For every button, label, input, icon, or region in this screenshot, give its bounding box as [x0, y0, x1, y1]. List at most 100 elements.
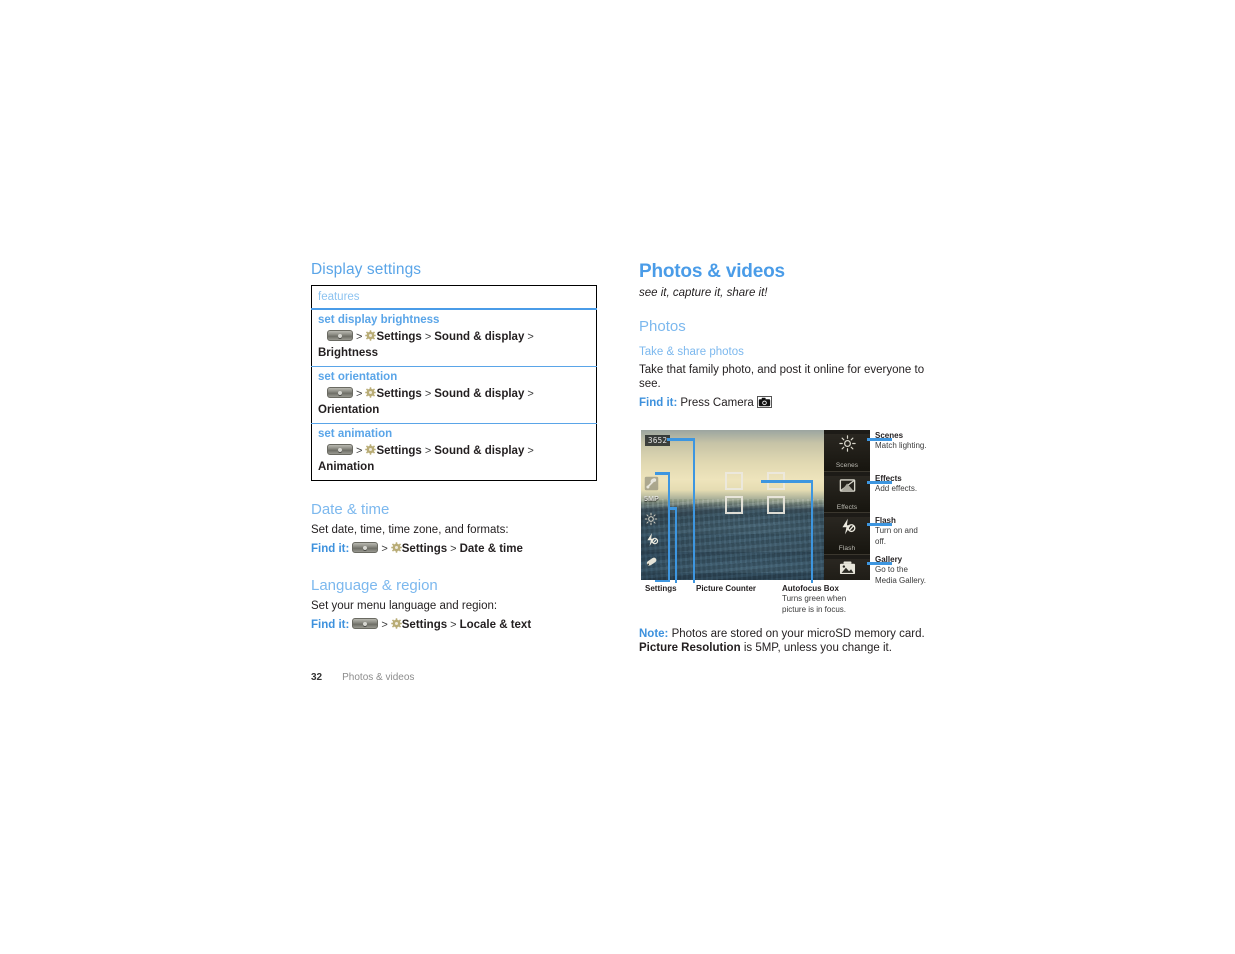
camera-flash-button[interactable]: Flash	[824, 517, 870, 555]
home-button-icon[interactable]	[327, 330, 353, 341]
row-path: > Settings > Sound & display > Orientation	[318, 386, 591, 418]
camera-button-label: Scenes	[835, 462, 859, 469]
path-step-final[interactable]: Brightness	[318, 347, 378, 359]
path-separator: >	[527, 331, 534, 343]
take-share-heading: Take & share photos	[639, 346, 744, 358]
path-step-final[interactable]: Animation	[318, 461, 374, 473]
tag-icon[interactable]	[644, 554, 659, 569]
flash-icon	[824, 517, 870, 537]
photos-findit: Find it: Press Camera	[639, 395, 929, 411]
picture-counter: 3652	[645, 435, 671, 446]
path-separator: >	[424, 331, 432, 343]
callout-title-effects: Effects	[875, 474, 902, 483]
callout-desc-autofocus-box: Turns green when picture is in focus.	[782, 594, 847, 614]
path-separator: >	[450, 543, 457, 555]
table-header-features: features	[311, 285, 597, 310]
callout-title-flash: Flash	[875, 516, 896, 525]
language-region-findit: Find it: > Settings > Locale & text	[311, 617, 601, 633]
callout-desc-effects: Add effects.	[875, 484, 918, 493]
callout-title-settings: Settings	[645, 584, 677, 593]
manual-page: Display settings features set display br…	[0, 0, 1235, 954]
home-button-icon[interactable]	[352, 618, 379, 629]
path-step-settings[interactable]: Settings	[402, 543, 447, 555]
path-separator: >	[356, 445, 363, 457]
findit-text: Press Camera	[680, 397, 754, 409]
callout-desc-gallery: Go to the Media Gallery.	[875, 565, 926, 585]
home-button-icon[interactable]	[352, 542, 379, 553]
camera-scenes-button[interactable]: Scenes	[824, 434, 870, 472]
row-path: > Settings > Sound & display > Brightness	[318, 329, 591, 361]
row-title: set display brightness	[318, 314, 440, 326]
path-separator: >	[424, 388, 432, 400]
chapter-subtitle: see it, capture it, share it!	[639, 287, 768, 299]
page-number: 32	[311, 672, 323, 683]
path-step-settings[interactable]: Settings	[376, 331, 421, 343]
left-column: Display settings features set display br…	[311, 261, 601, 633]
settings-gear-icon[interactable]	[365, 330, 377, 341]
settings-wrench-icon[interactable]	[644, 476, 659, 491]
path-separator: >	[356, 388, 363, 400]
callout-desc-flash: Turn on and off.	[875, 526, 918, 546]
leader-line-settings-v1	[667, 472, 670, 582]
path-separator: >	[381, 619, 388, 631]
path-step-sound-display[interactable]: Sound & display	[434, 331, 524, 343]
settings-gear-icon[interactable]	[391, 618, 402, 629]
camera-effects-button[interactable]: Effects	[824, 475, 870, 513]
camera-right-toolbar: Scenes Effects Flash	[824, 430, 870, 580]
settings-gear-icon[interactable]	[365, 444, 377, 455]
table-row: set animation > Settings > Sound & display >…	[312, 424, 597, 481]
autofocus-box	[725, 472, 785, 514]
findit-label: Find it:	[311, 619, 350, 631]
brightness-icon[interactable]	[644, 512, 659, 527]
note-bold-term: Picture Resolution	[639, 642, 741, 654]
camera-button-label: Effects	[836, 503, 858, 511]
table-header-row: features	[311, 285, 597, 310]
findit-label: Find it:	[639, 397, 678, 409]
leader-line-counter-v	[692, 438, 695, 583]
language-region-heading: Language & region	[311, 577, 438, 594]
camera-ui-figure: 3652 5MP Scenes Effects Flash Scenes Mat…	[639, 427, 929, 617]
settings-gear-icon[interactable]	[365, 387, 377, 398]
path-step-settings[interactable]: Settings	[402, 619, 447, 631]
display-settings-table: features set display brightness > Setting…	[311, 285, 597, 481]
right-column: Photos & videos see it, capture it, shar…	[639, 261, 929, 667]
leader-line-autofocus-h	[761, 480, 813, 483]
note-paragraph: Note: Photos are stored on your microSD …	[639, 627, 929, 655]
leader-line-counter-h	[667, 438, 695, 441]
callout-title-autofocus-box: Autofocus Box	[782, 584, 839, 593]
path-step-final[interactable]: Date & time	[460, 543, 523, 555]
settings-gear-icon[interactable]	[391, 542, 402, 553]
path-step-sound-display[interactable]: Sound & display	[434, 388, 524, 400]
note-text-2: is 5MP, unless you change it.	[743, 642, 892, 654]
chapter-title: Photos & videos	[639, 261, 785, 282]
page-footer: 32 Photos & videos	[311, 671, 414, 685]
callout-title-picture-counter: Picture Counter	[696, 584, 757, 593]
path-separator: >	[450, 619, 457, 631]
path-separator: >	[381, 543, 388, 555]
table-row: set display brightness > Settings > Sound &…	[311, 309, 597, 367]
callout-title-scenes: Scenes	[875, 431, 904, 440]
leader-line-settings-hook	[669, 507, 677, 510]
camera-gallery-button[interactable]: Gallery	[824, 558, 870, 580]
effects-icon	[824, 476, 870, 496]
resolution-badge: 5MP	[644, 496, 659, 503]
path-step-final[interactable]: Orientation	[318, 404, 379, 416]
flash-icon[interactable]	[644, 532, 659, 547]
date-time-body: Set date, time, time zone, and formats:	[311, 524, 509, 536]
path-step-settings[interactable]: Settings	[376, 388, 421, 400]
date-time-findit: Find it: > Settings > Date & time	[311, 541, 601, 557]
leader-line-settings-v2	[674, 507, 677, 583]
home-button-icon[interactable]	[327, 387, 353, 398]
camera-icon[interactable]	[757, 396, 773, 408]
leader-line-settings-bottom	[655, 579, 670, 582]
photos-heading: Photos	[639, 318, 686, 335]
home-button-icon[interactable]	[327, 444, 353, 455]
date-time-heading: Date & time	[311, 501, 390, 518]
camera-left-toolbar: 3652 5MP	[641, 430, 671, 580]
leader-line-autofocus-v	[810, 480, 813, 583]
path-step-sound-display[interactable]: Sound & display	[434, 445, 524, 457]
path-step-settings[interactable]: Settings	[376, 445, 421, 457]
path-step-final[interactable]: Locale & text	[460, 619, 532, 631]
scenes-sun-icon	[824, 434, 870, 454]
path-separator: >	[356, 331, 363, 343]
